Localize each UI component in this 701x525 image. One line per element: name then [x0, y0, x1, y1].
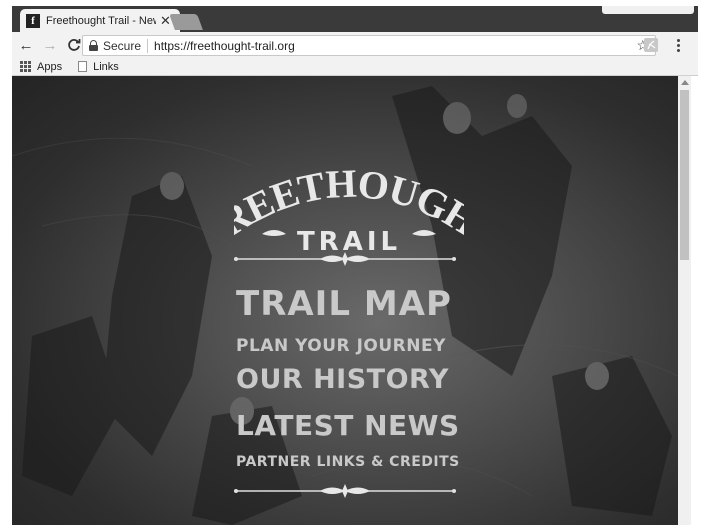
nav-our-history[interactable]: OUR HISTORY [236, 364, 449, 395]
url-text[interactable]: https://freethought-trail.org [154, 39, 295, 53]
forward-arrow-icon[interactable]: → [40, 35, 60, 55]
reload-glyph [68, 39, 81, 51]
extension-glyph [647, 40, 656, 50]
bookmark-apps[interactable]: Apps [37, 61, 62, 73]
address-bar[interactable]: Secure https://freethought-trail.org ☆ [82, 35, 656, 56]
nav-trail-map[interactable]: TRAIL MAP [236, 284, 452, 324]
page-icon [78, 61, 88, 72]
freethought-trail-logo: FREETHOUGHT TRAIL [234, 168, 464, 257]
address-separator [147, 38, 149, 53]
vertical-scrollbar[interactable] [678, 76, 691, 525]
bookmarks-bar: Apps Links [12, 58, 698, 76]
secure-label: Secure [103, 38, 142, 53]
extension-icon[interactable] [644, 38, 658, 52]
nav-latest-news[interactable]: LATEST NEWS [236, 409, 460, 442]
tab-strip: f Freethought Trail - New ✕ [12, 6, 698, 32]
bookmark-links[interactable]: Links [93, 61, 119, 73]
ornament-divider-top [234, 252, 456, 266]
site-favicon-icon: f [26, 13, 40, 28]
new-tab-button[interactable] [169, 14, 203, 30]
toolbar: ← → Secure https://freethought-trail.org… [12, 32, 698, 58]
lock-icon [89, 40, 98, 51]
browser-tab[interactable]: f Freethought Trail - New ✕ [20, 9, 180, 32]
nav-plan-your-journey[interactable]: PLAN YOUR JOURNEY [236, 336, 446, 356]
scroll-up-arrow-icon[interactable] [681, 80, 689, 85]
scroll-thumb[interactable] [680, 90, 689, 260]
apps-grid-icon[interactable] [20, 61, 31, 72]
page-viewport: FREETHOUGHT TRAIL TRAIL MAP PLAN YOUR JO… [12, 76, 678, 525]
window-controls[interactable] [602, 6, 694, 14]
reload-icon[interactable] [64, 35, 84, 55]
tab-title: Freethought Trail - New [46, 14, 156, 27]
nav-partner-links-credits[interactable]: PARTNER LINKS & CREDITS [236, 454, 460, 470]
back-arrow-icon[interactable]: ← [16, 35, 36, 55]
browser-menu-icon[interactable] [672, 36, 684, 54]
browser-chrome: f Freethought Trail - New ✕ ← → Secure h… [12, 6, 698, 76]
ornament-divider-bottom [234, 484, 456, 498]
